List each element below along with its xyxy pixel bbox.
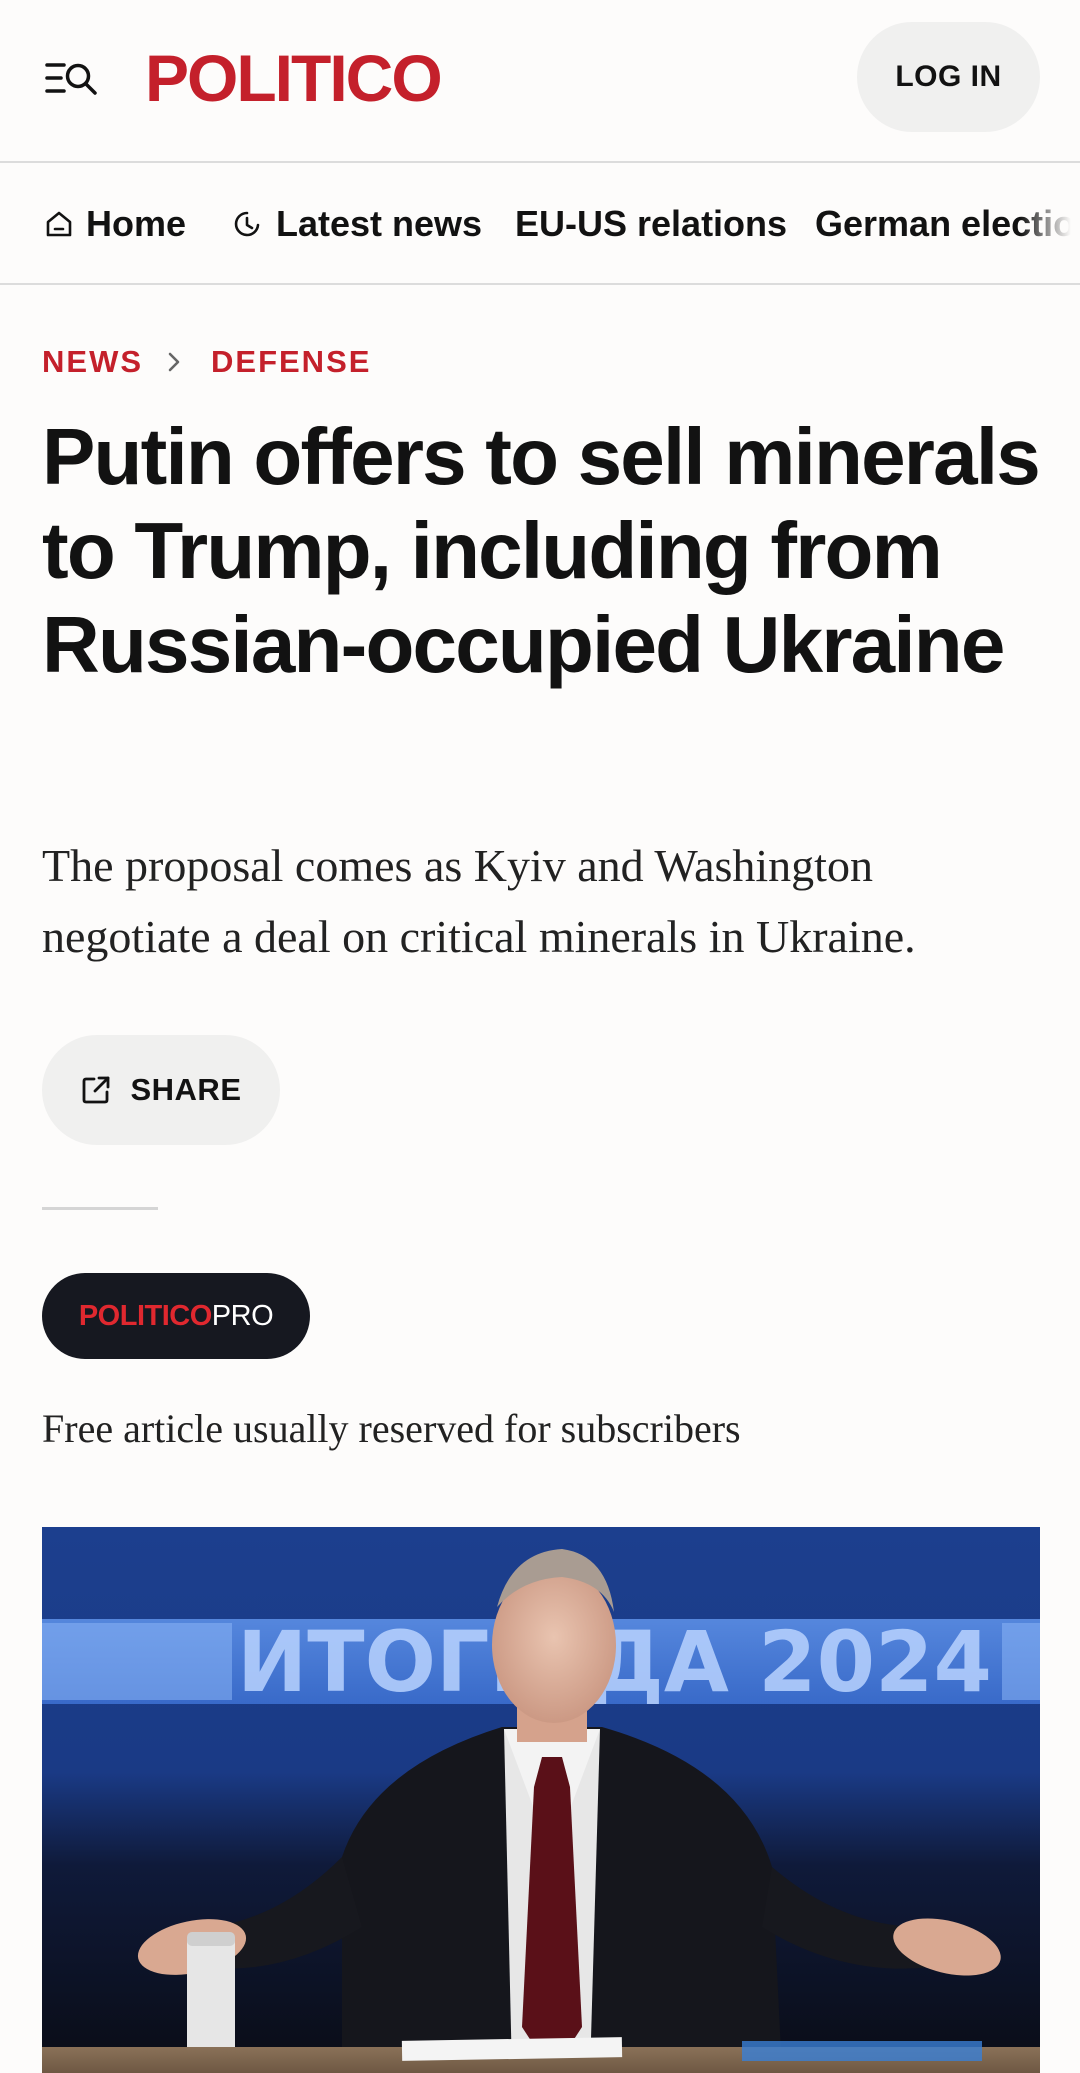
clock-icon (234, 211, 260, 237)
share-button[interactable]: SHARE (42, 1035, 280, 1145)
politico-logo[interactable]: POLITICO (145, 38, 443, 118)
pro-badge-brand: POLITICO (78, 1299, 212, 1332)
share-icon (83, 1076, 110, 1104)
nav-item-home[interactable]: Home (44, 203, 186, 245)
breadcrumb-news[interactable]: NEWS (42, 344, 143, 380)
nav-item-eu-us-relations[interactable]: EU-US relations (515, 203, 787, 245)
share-label: SHARE (130, 1072, 242, 1107)
article-lead-image: ИТОГИ ДА 2024 (42, 1527, 1040, 2073)
nav-label-home: Home (86, 203, 187, 244)
login-button[interactable]: LOG IN (857, 22, 1040, 132)
divider (42, 1207, 158, 1210)
article-dek: The proposal comes as Kyiv and Washingto… (42, 840, 916, 962)
access-note: Free article usually reserved for subscr… (42, 1406, 741, 1451)
nav-label-eu-us-relations: EU-US relations (515, 203, 788, 244)
pro-badge-suffix: PRO (211, 1299, 274, 1332)
politico-pro-badge: POLITICO PRO (42, 1273, 310, 1359)
article-headline: Putin offers to sell minerals to Trump, … (42, 412, 1041, 689)
menu-search-icon[interactable] (44, 56, 100, 100)
nav-label-latest-news: Latest news (276, 203, 483, 244)
nav-item-latest-news[interactable]: Latest news (232, 203, 482, 245)
nav-fade-overlay (1020, 165, 1080, 283)
section-nav: Home Latest news EU-US relations German … (0, 165, 1080, 285)
home-icon (46, 211, 72, 237)
site-header: POLITICO LOG IN (0, 0, 1080, 163)
breadcrumb: NEWS DEFENSE (42, 344, 371, 380)
breadcrumb-defense[interactable]: DEFENSE (211, 344, 371, 380)
chevron-right-icon (167, 351, 181, 373)
